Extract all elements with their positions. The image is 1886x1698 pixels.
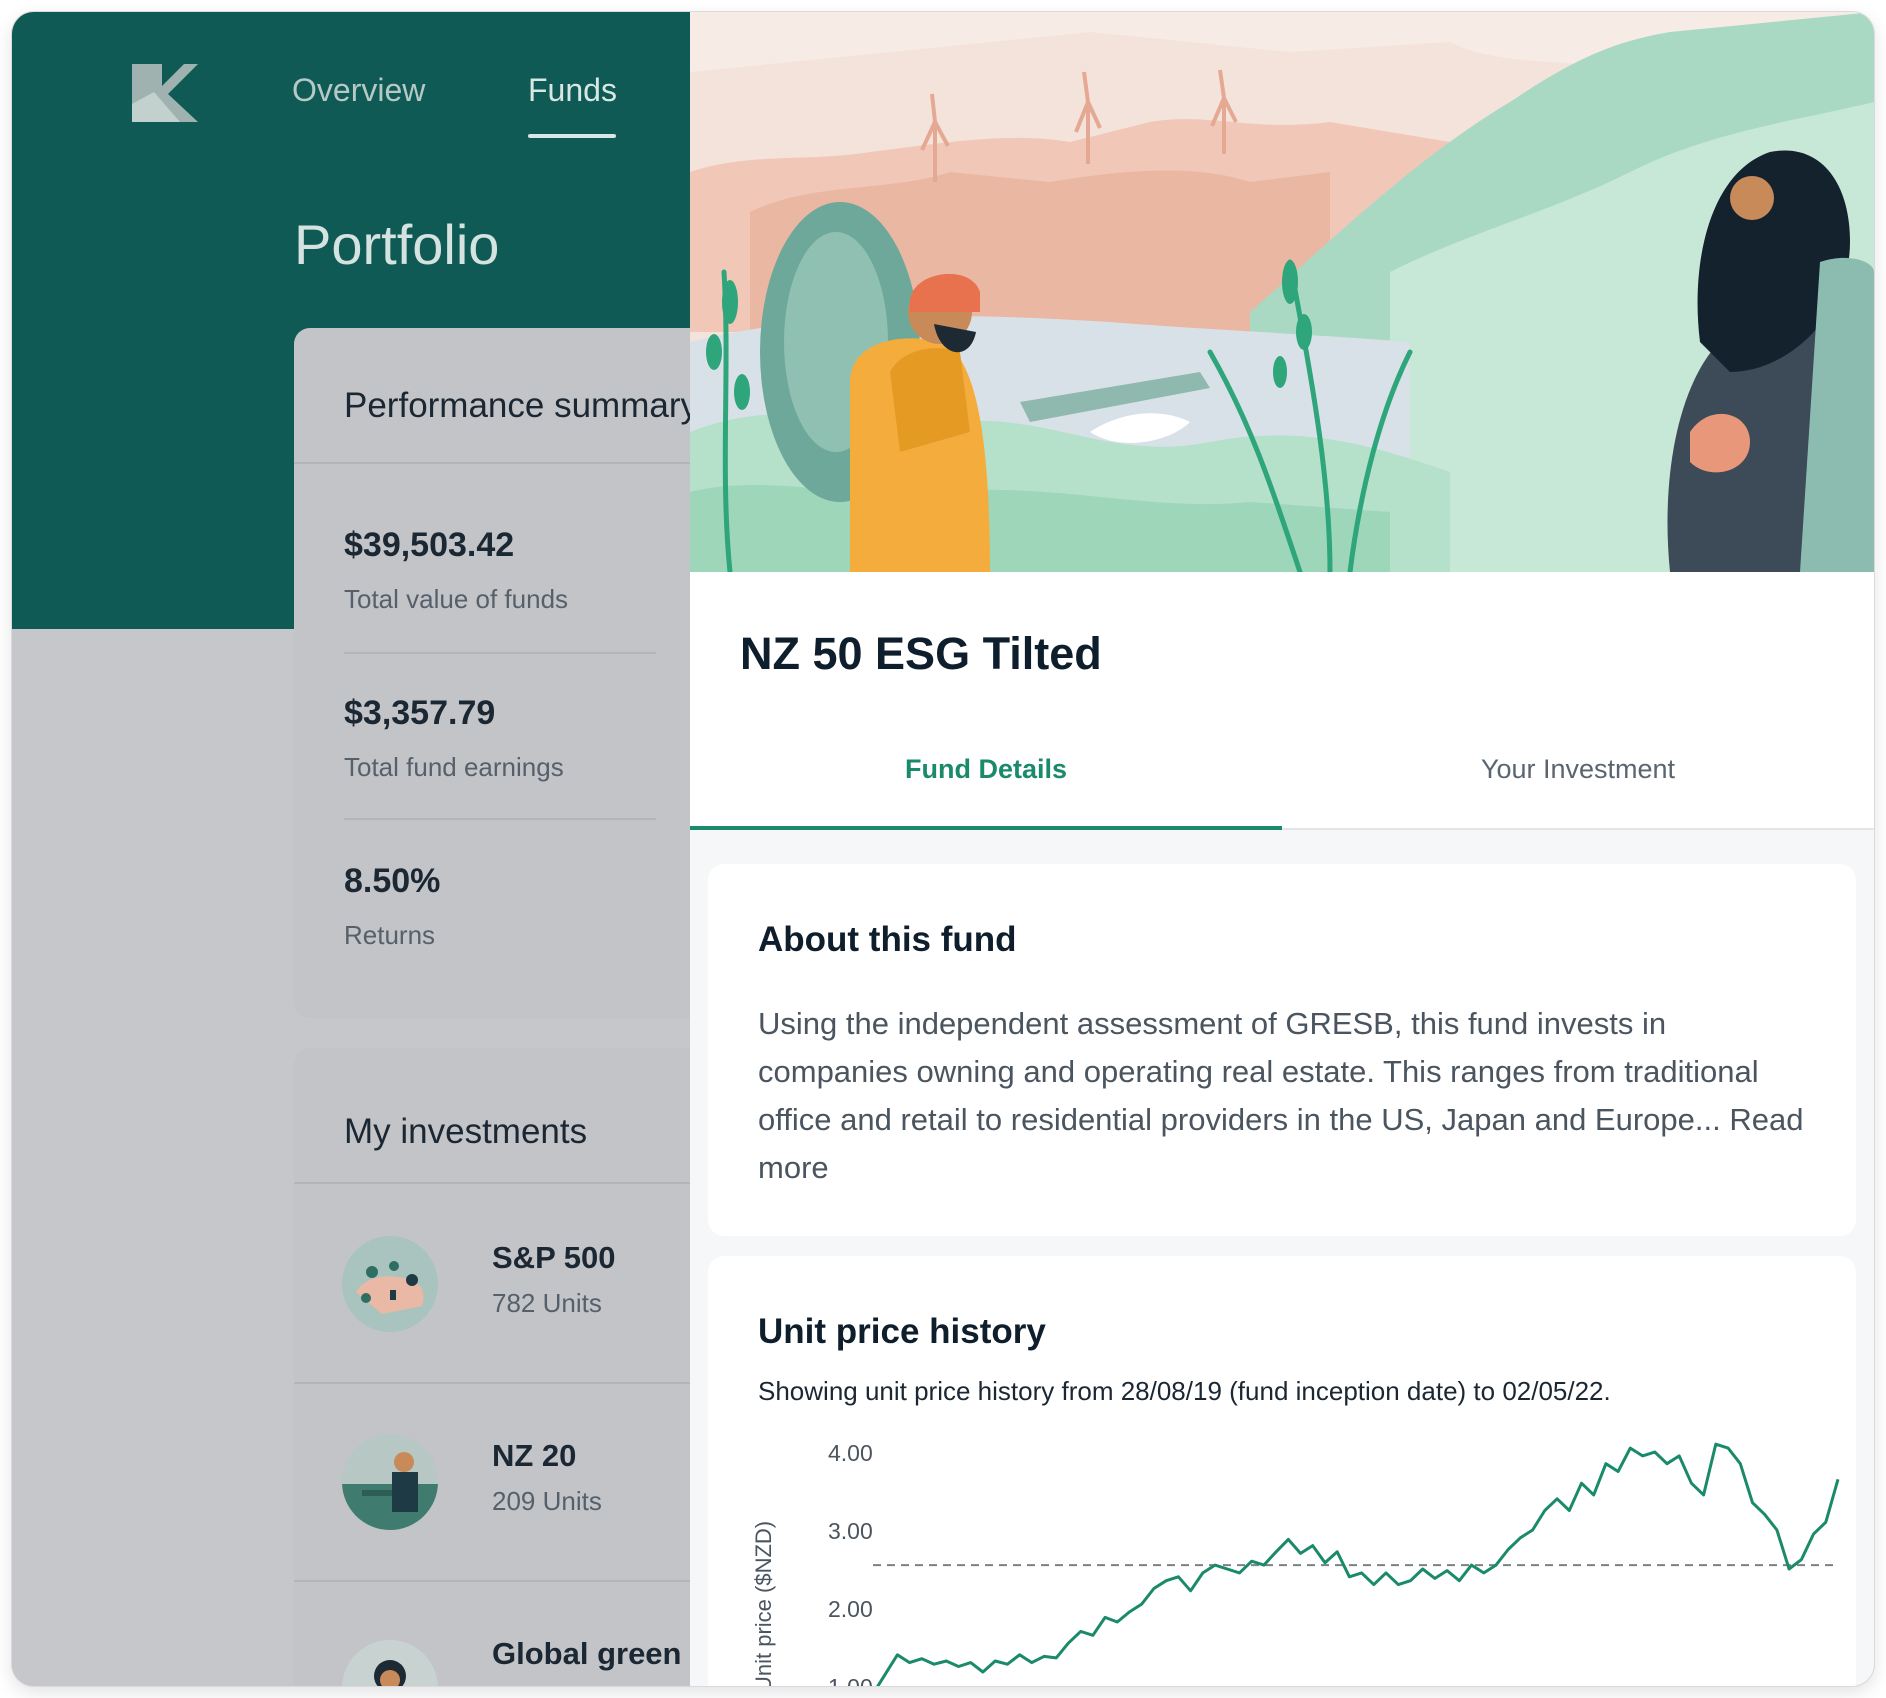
hero-illustration	[690, 12, 1874, 572]
divider	[344, 818, 656, 820]
my-investments-card: My investments S&P 500 782 Units NZ 20 2…	[294, 1048, 714, 1686]
brand-logo	[132, 64, 198, 122]
returns-value: 8.50%	[344, 862, 441, 900]
fund-avatar	[342, 1640, 438, 1686]
tab-active-indicator	[690, 826, 1282, 830]
app-window: Overview Funds Portfolio Performance sum…	[12, 12, 1874, 1686]
nav-funds[interactable]: Funds	[528, 72, 617, 109]
y-axis-label: Unit price ($NZD)	[751, 1521, 776, 1686]
tab-fund-details[interactable]: Fund Details	[690, 754, 1282, 785]
divider	[294, 462, 714, 464]
history-title: Unit price history	[758, 1312, 1046, 1351]
performance-summary-title: Performance summary	[344, 386, 698, 425]
investment-name: S&P 500	[492, 1240, 616, 1275]
total-value: $39,503.42	[344, 526, 515, 564]
total-earnings: $3,357.79	[344, 694, 496, 732]
investment-units: 209 Units	[492, 1486, 602, 1516]
investment-units: 782 Units	[492, 1288, 602, 1318]
investment-item[interactable]: NZ 20 209 Units	[294, 1382, 714, 1578]
fund-header: NZ 50 ESG Tilted Fund Details Your Inves…	[690, 572, 1874, 830]
investment-item[interactable]: Global green	[294, 1580, 714, 1686]
about-title: About this fund	[758, 920, 1017, 959]
fund-title: NZ 50 ESG Tilted	[740, 628, 1102, 679]
fund-detail-panel: NZ 50 ESG Tilted Fund Details Your Inves…	[690, 12, 1874, 1686]
unit-price-history-card: Unit price history Showing unit price hi…	[708, 1256, 1856, 1686]
investment-name: Global green	[492, 1636, 682, 1671]
unit-price-chart: 4.00 3.00 2.00 1.00 Unit price ($NZD)	[751, 1440, 1840, 1686]
nav-overview[interactable]: Overview	[292, 72, 425, 109]
my-investments-title: My investments	[344, 1112, 588, 1151]
divider	[344, 652, 656, 654]
total-value-label: Total value of funds	[344, 584, 569, 614]
nav-active-indicator	[528, 134, 616, 138]
investment-name: NZ 20	[492, 1438, 577, 1473]
y-tick-label: 1.00	[828, 1674, 873, 1686]
fund-avatar	[342, 1434, 438, 1530]
about-text: Using the independent assessment of GRES…	[758, 1006, 1804, 1185]
investment-item[interactable]: S&P 500 782 Units	[294, 1184, 714, 1380]
y-tick-label: 3.00	[828, 1518, 873, 1544]
portfolio-page: Overview Funds Portfolio Performance sum…	[12, 12, 714, 1686]
returns-label: Returns	[344, 920, 436, 950]
y-tick-label: 2.00	[828, 1596, 873, 1622]
y-tick-label: 4.00	[828, 1440, 873, 1466]
performance-summary-card: Performance summary $39,503.42 Total val…	[294, 328, 714, 1018]
page-title: Portfolio	[294, 213, 500, 276]
history-subtitle: Showing unit price history from 28/08/19…	[758, 1376, 1611, 1406]
tab-your-investment[interactable]: Your Investment	[1282, 754, 1874, 785]
fund-avatar	[342, 1236, 438, 1332]
about-fund-card: About this fund Using the independent as…	[708, 864, 1856, 1236]
total-earnings-label: Total fund earnings	[344, 752, 564, 782]
